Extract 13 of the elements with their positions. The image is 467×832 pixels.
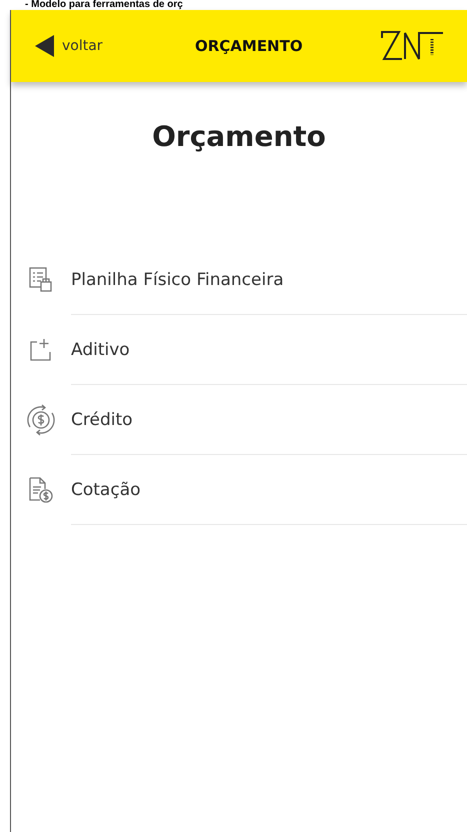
- back-arrow-icon: [35, 34, 55, 58]
- menu-item[interactable]: Crédito: [11, 385, 467, 455]
- spreadsheet-icon: [29, 267, 53, 293]
- back-button[interactable]: voltar: [35, 34, 103, 58]
- menu-item[interactable]: Cotação: [11, 455, 467, 525]
- menu-item[interactable]: Aditivo: [11, 315, 467, 385]
- add-page-icon: [29, 338, 53, 362]
- invoice-icon: [28, 477, 54, 503]
- logo-icon: [381, 31, 445, 61]
- menu-item[interactable]: Planilha Físico Financeira: [11, 245, 467, 315]
- caption-text: - Modelo para ferramentas de orç: [25, 0, 183, 10]
- screen-title: ORÇAMENTO: [194, 37, 303, 55]
- page-heading: Orçamento: [151, 119, 327, 155]
